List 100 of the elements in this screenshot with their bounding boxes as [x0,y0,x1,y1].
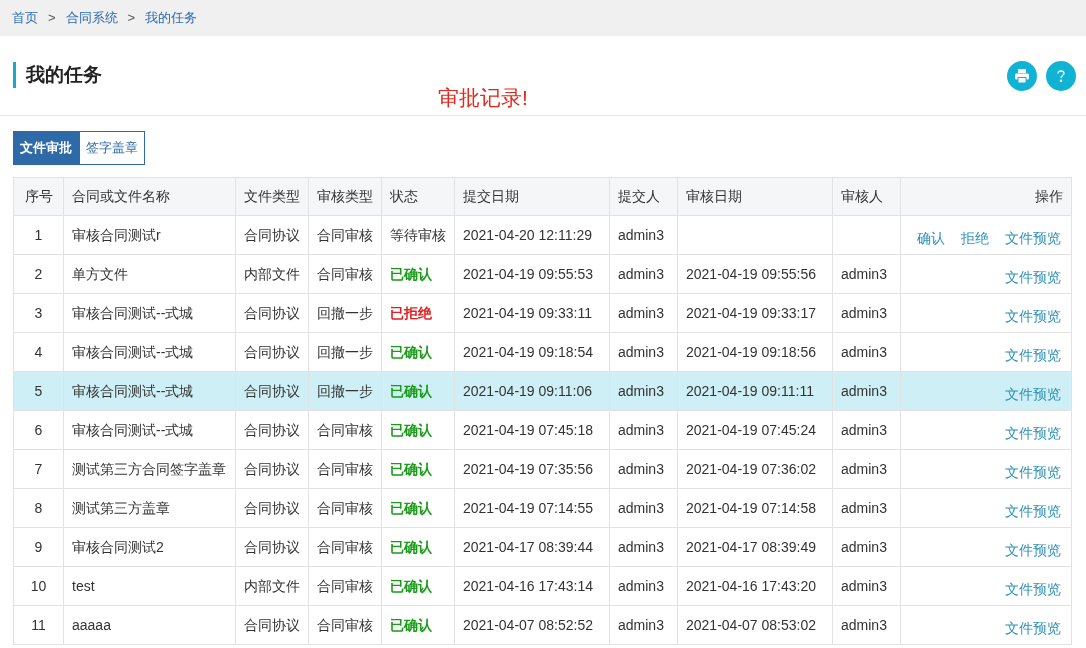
table-cell: 2021-04-20 12:11:29 [454,215,610,255]
action-link[interactable]: 文件预览 [1005,383,1061,405]
table-row[interactable]: 11 aaaaa 合同协议 合同审核 已确认 2021-04-07 08:52:52 admin3 2021-04-07 08:53:02 admin3 文件预览 [13,605,1072,645]
table-cell: admin3 [609,254,678,294]
table-cell: 合同协议 [235,449,309,489]
notice-text: 审批记录! [438,85,528,111]
table-cell: admin3 [832,332,901,372]
breadcrumb-link[interactable]: 我的任务 [145,8,198,28]
table-cell: 10 [13,566,64,606]
help-button[interactable] [1046,61,1076,91]
breadcrumb-link[interactable]: 合同系统 [65,8,118,28]
action-link[interactable]: 文件预览 [1005,344,1061,366]
table-cell: 2021-04-19 09:11:11 [677,371,833,411]
column-header: 文件类型 [235,177,309,216]
table-cell: 3 [13,293,64,333]
table-cell: 9 [13,527,64,567]
action-link[interactable]: 文件预览 [1005,461,1061,483]
tab[interactable]: 签字盖章 [79,131,145,165]
table-cell: 回撤一步 [308,332,382,372]
table-row[interactable]: 1 审核合同测试r 合同协议 合同审核 等待审核 2021-04-20 12:11:29 admin3 确认 拒绝 文件预览 [13,215,1072,255]
table-cell: admin3 [609,605,678,645]
action-link[interactable]: 文件预览 [1005,227,1061,249]
printer-icon [1014,68,1030,84]
table-cell: 4 [13,332,64,372]
table-cell: admin3 [609,410,678,450]
action-link[interactable]: 文件预览 [1005,266,1061,288]
table-cell: admin3 [609,488,678,528]
column-header: 合同或文件名称 [63,177,236,216]
table-cell: 2021-04-19 07:14:58 [677,488,833,528]
table-cell: 审核合同测试--式城 [63,371,236,411]
table-cell: 合同协议 [235,332,309,372]
table-cell: aaaaa [63,605,236,645]
action-link[interactable]: 文件预览 [1005,422,1061,444]
breadcrumb-link[interactable]: 首页 [12,8,38,28]
table-cell: 合同协议 [235,215,309,255]
table-cell: 2021-04-19 07:45:24 [677,410,833,450]
table-cell: 2021-04-07 08:52:52 [454,605,610,645]
action-link[interactable]: 文件预览 [1005,578,1061,600]
table-cell: 7 [13,449,64,489]
column-header: 审核类型 [308,177,382,216]
table-cell: admin3 [832,254,901,294]
table-cell: 2021-04-19 07:14:55 [454,488,610,528]
table-cell: admin3 [609,449,678,489]
table-cell: admin3 [609,293,678,333]
table-row[interactable]: 2 单方文件 内部文件 合同审核 已确认 2021-04-19 09:55:53 admin3 2021-04-19 09:55:56 admin3 文件预览 [13,254,1072,294]
table-cell: 合同协议 [235,488,309,528]
table-row[interactable]: 3 审核合同测试--式城 合同协议 回撤一步 已拒绝 2021-04-19 09:33:11 admin3 2021-04-19 09:33:17 admin3 文件预览 [13,293,1072,333]
table-cell: 2021-04-19 09:55:53 [454,254,610,294]
table-cell: 2021-04-19 09:33:17 [677,293,833,333]
table-cell: 审核合同测试2 [63,527,236,567]
table-cell: 测试第三方盖章 [63,488,236,528]
status-cell: 已确认 [381,254,455,294]
column-header: 审核日期 [677,177,833,216]
table-cell: 审核合同测试--式城 [63,410,236,450]
table-cell: 合同协议 [235,293,309,333]
table-cell: 合同审核 [308,527,382,567]
column-header: 操作 [900,177,1072,216]
table-cell: admin3 [832,605,901,645]
table-row[interactable]: 5 审核合同测试--式城 合同协议 回撤一步 已确认 2021-04-19 09:11:06 admin3 2021-04-19 09:11:11 admin3 文件预览 [13,371,1072,411]
table-cell: admin3 [832,566,901,606]
table-cell: 内部文件 [235,254,309,294]
action-link[interactable]: 确认 [917,227,945,249]
action-link[interactable]: 拒绝 [961,227,989,249]
table-cell: 合同协议 [235,371,309,411]
table-cell: 单方文件 [63,254,236,294]
table-cell: 8 [13,488,64,528]
table-row[interactable]: 6 审核合同测试--式城 合同协议 合同审核 已确认 2021-04-19 07:45:18 admin3 2021-04-19 07:45:24 admin3 文件预览 [13,410,1072,450]
table-row[interactable]: 10 test 内部文件 合同审核 已确认 2021-04-16 17:43:14 admin3 2021-04-16 17:43:20 admin3 文件预览 [13,566,1072,606]
table-cell: 合同审核 [308,254,382,294]
action-link[interactable]: 文件预览 [1005,617,1061,639]
table-cell: 2021-04-19 09:18:56 [677,332,833,372]
status-cell: 已确认 [381,527,455,567]
table-cell: 审核合同测试--式城 [63,293,236,333]
page-title: 我的任务 [13,62,102,88]
table-cell: 5 [13,371,64,411]
table-row[interactable]: 8 测试第三方盖章 合同协议 合同审核 已确认 2021-04-19 07:14:55 admin3 2021-04-19 07:14:58 admin3 文件预览 [13,488,1072,528]
table-cell: 2021-04-19 09:55:56 [677,254,833,294]
column-header: 提交日期 [454,177,610,216]
breadcrumb-separator: > [127,9,136,28]
action-link[interactable]: 文件预览 [1005,500,1061,522]
status-cell: 已确认 [381,488,455,528]
print-button[interactable] [1007,61,1037,91]
table-cell [832,215,901,255]
table-cell: 回撤一步 [308,371,382,411]
table-row[interactable]: 9 审核合同测试2 合同协议 合同审核 已确认 2021-04-17 08:39:44 admin3 2021-04-17 08:39:49 admin3 文件预览 [13,527,1072,567]
table-cell: 2021-04-19 09:33:11 [454,293,610,333]
table-cell: 1 [13,215,64,255]
breadcrumb-separator: > [48,9,56,28]
status-cell: 等待审核 [381,215,455,255]
table-row[interactable]: 4 审核合同测试--式城 合同协议 回撤一步 已确认 2021-04-19 09:18:54 admin3 2021-04-19 09:18:56 admin3 文件预览 [13,332,1072,372]
table-cell: 测试第三方合同签字盖章 [63,449,236,489]
action-link[interactable]: 文件预览 [1005,539,1061,561]
action-link[interactable]: 文件预览 [1005,305,1061,327]
table-cell: admin3 [609,371,678,411]
table-cell: 合同审核 [308,488,382,528]
status-cell: 已拒绝 [381,293,455,333]
table-cell: admin3 [832,527,901,567]
table-row[interactable]: 7 测试第三方合同签字盖章 合同协议 合同审核 已确认 2021-04-19 07:35:56 admin3 2021-04-19 07:36:02 admin3 文件预览 [13,449,1072,489]
tab[interactable]: 文件审批 [13,131,79,165]
table-cell: 11 [13,605,64,645]
